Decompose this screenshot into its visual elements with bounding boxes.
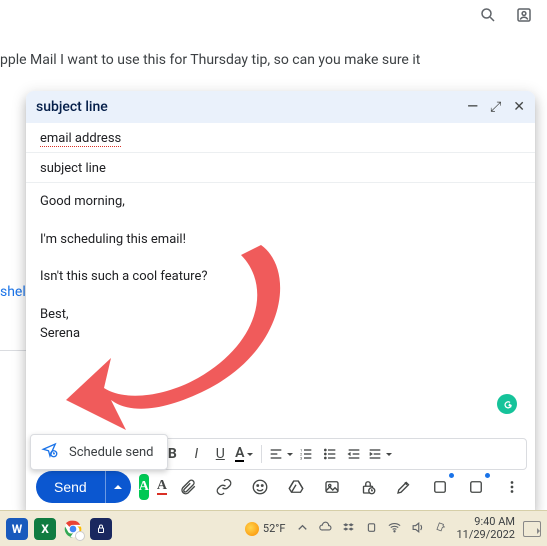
compose-action-row: Send A A bbox=[26, 470, 535, 510]
taskbar-clock[interactable]: 9:40 AM 11/29/2022 bbox=[456, 516, 515, 541]
taskbar-weather[interactable]: 52°F bbox=[245, 522, 286, 536]
send-button-group: Send bbox=[36, 471, 131, 503]
search-icon[interactable] bbox=[479, 6, 497, 28]
format-toggle-button[interactable]: A bbox=[157, 474, 167, 500]
clock-date: 11/29/2022 bbox=[456, 529, 515, 542]
send-button[interactable]: Send bbox=[36, 471, 105, 503]
popout-icon[interactable]: ⤢ bbox=[490, 99, 501, 115]
attach-icon[interactable] bbox=[175, 474, 201, 500]
compose-header[interactable]: subject line — ⤢ ✕ bbox=[26, 91, 535, 123]
weather-temp: 52°F bbox=[263, 522, 286, 535]
drive-icon[interactable] bbox=[283, 474, 309, 500]
text-color-button[interactable]: A bbox=[233, 443, 255, 465]
weather-sun-icon bbox=[245, 522, 259, 536]
taskbar-app-chrome[interactable] bbox=[62, 518, 84, 540]
taskbar: W X 52°F 9:40 AM 11/29/2022 bbox=[0, 510, 547, 546]
italic-button[interactable]: I bbox=[185, 443, 207, 465]
taskbar-app-excel[interactable]: X bbox=[34, 518, 56, 540]
bulleted-list-button[interactable] bbox=[319, 443, 341, 465]
account-box-icon[interactable] bbox=[515, 6, 533, 28]
extension-2-icon[interactable] bbox=[463, 474, 489, 500]
emoji-icon[interactable] bbox=[247, 474, 273, 500]
clock-time: 9:40 AM bbox=[456, 516, 515, 529]
extension-1-icon[interactable] bbox=[427, 474, 453, 500]
indent-more-button[interactable] bbox=[367, 443, 392, 465]
subject-field[interactable]: subject line bbox=[26, 153, 535, 183]
tray-volume-icon[interactable] bbox=[410, 520, 425, 538]
grammarly-icon[interactable] bbox=[497, 394, 517, 414]
tray-onedrive-icon[interactable] bbox=[318, 520, 333, 538]
tray-chevron-icon[interactable] bbox=[295, 520, 310, 538]
taskbar-app-word[interactable]: W bbox=[6, 518, 28, 540]
notification-center-icon[interactable] bbox=[523, 521, 541, 537]
schedule-send-menu-item[interactable]: Schedule send bbox=[30, 434, 168, 470]
tray-wifi-icon[interactable] bbox=[387, 520, 402, 538]
taskbar-app-passwordmanager[interactable] bbox=[90, 518, 112, 540]
align-button[interactable] bbox=[268, 443, 293, 465]
schedule-send-icon bbox=[41, 441, 59, 463]
compose-title: subject line bbox=[36, 99, 467, 115]
numbered-list-button[interactable]: 123 bbox=[295, 443, 317, 465]
to-field[interactable]: email address bbox=[26, 123, 535, 153]
tray-battery-icon[interactable] bbox=[433, 520, 448, 538]
image-icon[interactable] bbox=[319, 474, 345, 500]
tray-bluetooth-icon[interactable] bbox=[364, 520, 379, 538]
underline-button[interactable]: U bbox=[209, 443, 231, 465]
svg-text:3: 3 bbox=[300, 455, 302, 460]
system-tray bbox=[295, 520, 448, 538]
send-options-button[interactable] bbox=[105, 471, 131, 503]
confidential-icon[interactable] bbox=[355, 474, 381, 500]
compose-window: subject line — ⤢ ✕ email address subject… bbox=[26, 91, 535, 510]
link-icon[interactable] bbox=[211, 474, 237, 500]
divider bbox=[0, 350, 26, 351]
minimize-icon[interactable]: — bbox=[467, 99, 478, 115]
indent-less-button[interactable] bbox=[343, 443, 365, 465]
schedule-send-label: Schedule send bbox=[69, 445, 153, 460]
tray-dropbox-icon[interactable] bbox=[341, 520, 356, 538]
more-options-icon[interactable] bbox=[499, 474, 525, 500]
article-text: pple Mail I want to use this for Thursda… bbox=[0, 52, 420, 68]
extension-green-button[interactable]: A bbox=[139, 474, 149, 500]
compose-body[interactable]: Good morning, I'm scheduling this email!… bbox=[26, 183, 535, 438]
signature-icon[interactable] bbox=[391, 474, 417, 500]
close-icon[interactable]: ✕ bbox=[513, 99, 525, 115]
